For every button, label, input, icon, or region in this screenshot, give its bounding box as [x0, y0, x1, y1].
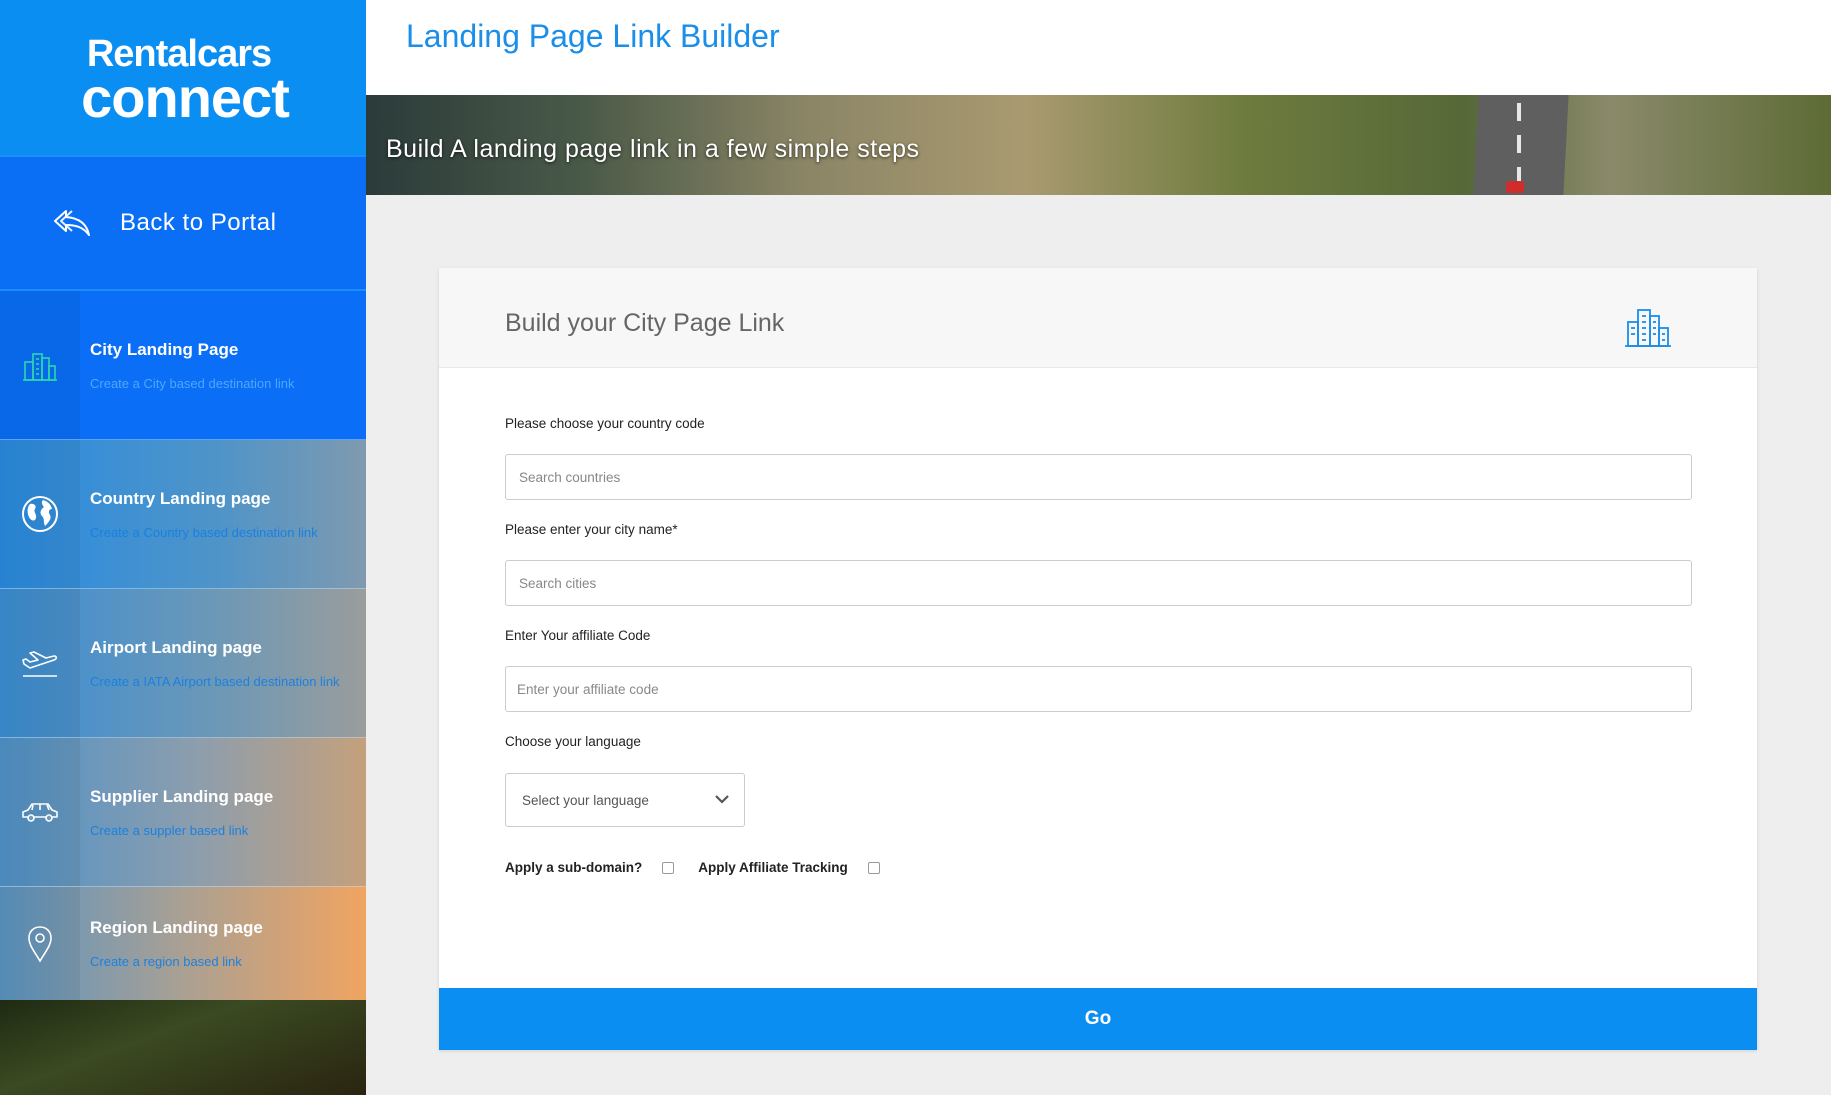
country-field-label: Please choose your country code — [505, 416, 705, 431]
language-select-value: Select your language — [522, 792, 649, 808]
back-to-portal-label: Back to Portal — [120, 209, 277, 236]
sidebar-item-desc: Create a City based destination link — [90, 375, 295, 391]
sidebar-item-title: City Landing Page — [90, 339, 239, 359]
city-icon — [1623, 304, 1673, 353]
sidebar-item-region[interactable]: Region Landing page Create a region base… — [0, 887, 366, 1000]
page-header: Landing Page Link Builder — [366, 0, 1831, 95]
sidebar-item-airport[interactable]: Airport Landing page Create a IATA Airpo… — [0, 589, 366, 738]
banner-road-image — [1473, 95, 1569, 195]
sidebar-item-desc: Create a IATA Airport based destination … — [90, 673, 340, 689]
sidebar-item-country[interactable]: Country Landing page Create a Country ba… — [0, 440, 366, 589]
card-body: Please choose your country code Please e… — [439, 368, 1757, 988]
country-search-input[interactable] — [505, 454, 1692, 500]
language-select[interactable]: Select your language — [505, 773, 745, 827]
tracking-checkbox-label: Apply Affiliate Tracking — [698, 860, 848, 875]
card-header: Build your City Page Link — [439, 268, 1757, 368]
sidebar-item-title: Supplier Landing page — [90, 786, 274, 806]
plane-icon — [0, 589, 80, 737]
link-builder-card: Build your City Page Link Please choose … — [439, 268, 1757, 1050]
sidebar-item-title: Country Landing page — [90, 488, 271, 508]
banner-road-stripe — [1517, 103, 1521, 121]
banner-road-stripe — [1517, 135, 1521, 153]
sidebar-item-desc: Create a region based link — [90, 954, 242, 969]
city-search-input[interactable] — [505, 560, 1692, 606]
subdomain-checkbox-label: Apply a sub-domain? — [505, 860, 643, 875]
affiliate-code-input[interactable] — [505, 666, 1692, 712]
options-row: Apply a sub-domain? Apply Affiliate Trac… — [505, 860, 904, 875]
hero-banner: Build A landing page link in a few simpl… — [366, 95, 1831, 195]
globe-icon — [0, 440, 80, 588]
affiliate-field-label: Enter Your affiliate Code — [505, 628, 651, 643]
sidebar-item-title: Airport Landing page — [90, 637, 262, 657]
chevron-down-icon — [714, 791, 730, 809]
sidebar-item-supplier[interactable]: Supplier Landing page Create a suppler b… — [0, 738, 366, 887]
brand-logo[interactable]: Rentalcars connect — [0, 0, 366, 155]
tracking-checkbox[interactable] — [867, 861, 880, 874]
banner-car-image — [1506, 181, 1524, 193]
sidebar-item-title: Region Landing page — [90, 918, 263, 937]
sidebar-item-desc: Create a Country based destination link — [90, 524, 318, 540]
go-button[interactable]: Go — [439, 988, 1757, 1050]
car-icon — [0, 738, 80, 886]
back-to-portal-button[interactable]: Back to Portal — [0, 155, 366, 291]
banner-subtitle: Build A landing page link in a few simpl… — [386, 135, 920, 163]
page-title: Landing Page Link Builder — [406, 18, 780, 54]
sidebar-item-city[interactable]: City Landing Page Create a City based de… — [0, 291, 366, 440]
city-field-label: Please enter your city name* — [505, 522, 678, 537]
subdomain-checkbox[interactable] — [662, 861, 675, 874]
language-field-label: Choose your language — [505, 734, 641, 749]
reply-arrow-icon — [52, 203, 100, 243]
city-icon — [0, 291, 80, 439]
card-title: Build your City Page Link — [505, 309, 785, 337]
sidebar: Rentalcars connect Back to Portal City L… — [0, 0, 366, 1095]
map-pin-icon — [0, 887, 80, 1000]
brand-name-line2: connect — [81, 65, 290, 129]
sidebar-item-desc: Create a suppler based link — [90, 822, 249, 838]
sidebar-nav: City Landing Page Create a City based de… — [0, 291, 366, 1001]
sidebar-background-image — [0, 1000, 366, 1095]
